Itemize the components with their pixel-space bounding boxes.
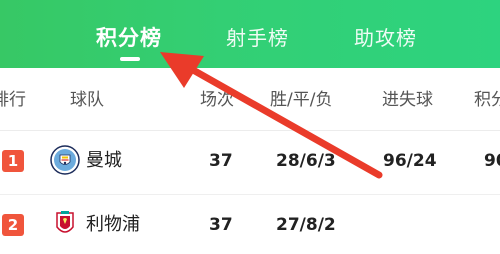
active-tab-indicator bbox=[120, 57, 140, 61]
col-goals: 进失球 bbox=[382, 90, 433, 110]
col-points: 积分 bbox=[474, 90, 500, 110]
rank-badge: 2 bbox=[2, 214, 24, 236]
table-row[interactable]: 2 利物浦 37 27/8/2 bbox=[0, 195, 500, 254]
standings-screen: 积分榜 射手榜 助攻榜 排行 球队 场次 胜/平/负 进失球 积分 1 曼城 3… bbox=[0, 0, 500, 254]
col-team: 球队 bbox=[70, 90, 104, 110]
tab-scorers[interactable]: 射手榜 bbox=[226, 26, 289, 50]
rank-badge: 1 bbox=[2, 150, 24, 172]
tab-assists[interactable]: 助攻榜 bbox=[354, 26, 417, 50]
liverpool-crest-icon bbox=[56, 211, 74, 233]
goals-cell: 96/24 bbox=[383, 151, 437, 171]
tab-standings[interactable]: 积分榜 bbox=[96, 26, 162, 50]
played-cell: 37 bbox=[209, 215, 233, 235]
table-header: 排行 球队 场次 胜/平/负 进失球 积分 bbox=[0, 68, 500, 131]
points-cell: 90 bbox=[484, 151, 500, 171]
col-rank: 排行 bbox=[0, 90, 26, 110]
table-row[interactable]: 1 曼城 37 28/6/3 96/24 90 bbox=[0, 131, 500, 195]
team-name: 曼城 bbox=[86, 150, 122, 171]
man-city-crest-icon bbox=[50, 145, 80, 175]
header-bar: 积分榜 射手榜 助攻榜 bbox=[0, 0, 500, 68]
team-name: 利物浦 bbox=[86, 214, 140, 235]
col-played: 场次 bbox=[200, 90, 234, 110]
wdl-cell: 28/6/3 bbox=[276, 151, 336, 171]
wdl-cell: 27/8/2 bbox=[276, 215, 336, 235]
played-cell: 37 bbox=[209, 151, 233, 171]
col-wdl: 胜/平/负 bbox=[270, 90, 333, 110]
